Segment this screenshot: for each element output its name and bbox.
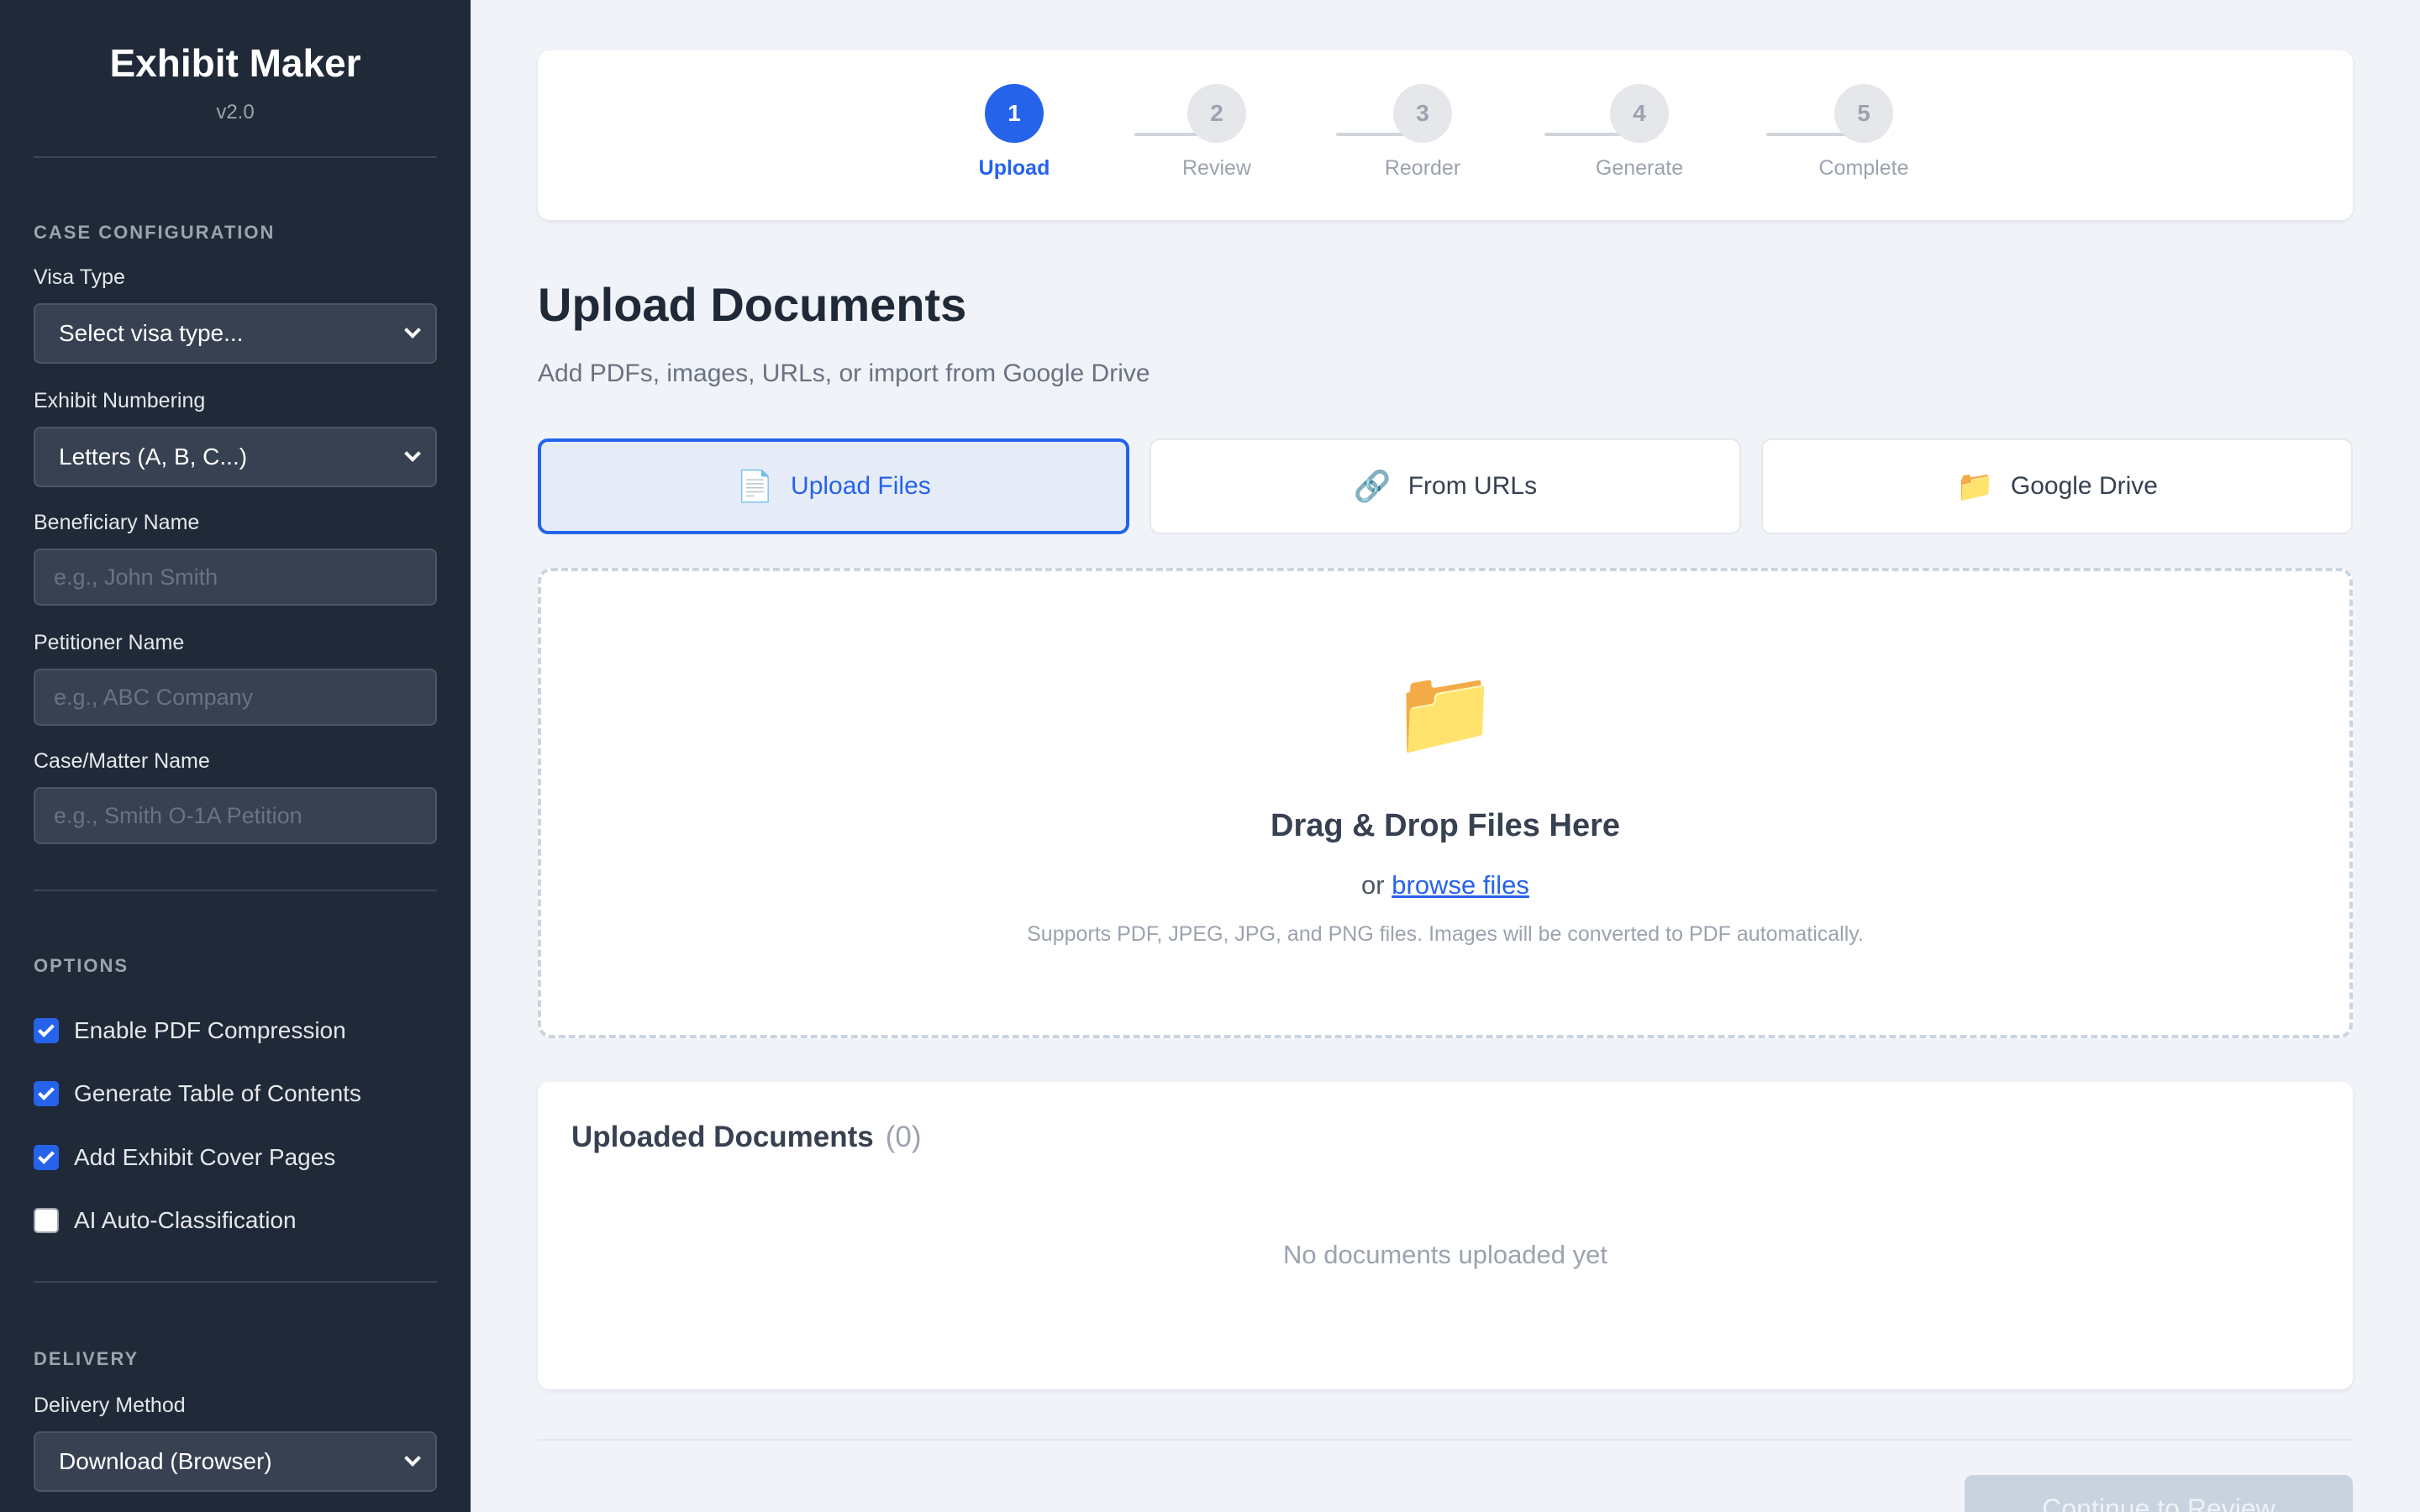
progress-stepper: 1 Upload 2 Review 3 Reorder 4 Generate 5… [538, 50, 2353, 220]
tab-label: Google Drive [2010, 472, 2158, 500]
empty-state-text: No documents uploaded yet [1282, 1240, 1608, 1269]
dropzone-browse-line: or browse files [541, 870, 2349, 900]
page-title: Upload Documents [538, 278, 967, 331]
petitioner-name-label: Petitioner Name [34, 631, 185, 654]
checkbox-checked[interactable] [34, 1081, 59, 1106]
option-ai-classification[interactable]: AI Auto-Classification [34, 1204, 437, 1237]
check-icon [38, 1147, 55, 1164]
checkbox-unchecked[interactable] [34, 1208, 59, 1233]
step-generate[interactable]: 4 Generate [1555, 84, 1723, 181]
step-review[interactable]: 2 Review [1133, 84, 1301, 181]
exhibit-numbering-label: Exhibit Numbering [34, 389, 206, 412]
app-version: v2.0 [216, 101, 255, 123]
footer-divider [538, 1439, 2353, 1441]
section-title-delivery: DELIVERY [34, 1348, 139, 1369]
section-title-options: OPTIONS [34, 955, 129, 976]
option-label: Enable PDF Compression [74, 1017, 346, 1043]
link-icon: 🔗 [1353, 469, 1392, 503]
step-number: 5 [1834, 84, 1893, 143]
step-number: 3 [1393, 84, 1452, 143]
folder-icon: 📁 [1392, 665, 1498, 759]
uploaded-documents-panel: Uploaded Documents (0) No documents uploa… [538, 1082, 2353, 1389]
check-icon [38, 1020, 55, 1037]
main-content: 1 Upload 2 Review 3 Reorder 4 Generate 5… [471, 0, 2420, 1512]
option-table-of-contents[interactable]: Generate Table of Contents [34, 1077, 437, 1110]
step-label: Reorder [1384, 156, 1461, 180]
page-subtitle: Add PDFs, images, URLs, or import from G… [538, 360, 1150, 387]
tab-from-urls[interactable]: 🔗 From URLs [1150, 438, 1741, 534]
checkbox-checked[interactable] [34, 1145, 59, 1170]
dropzone-hint: Supports PDF, JPEG, JPG, and PNG files. … [1027, 922, 1864, 946]
visa-type-value: Select visa type... [59, 320, 244, 346]
option-label: AI Auto-Classification [74, 1207, 297, 1233]
step-complete[interactable]: 5 Complete [1780, 84, 1948, 181]
beneficiary-name-input[interactable]: e.g., John Smith [34, 549, 437, 606]
exhibit-numbering-select[interactable]: Letters (A, B, C...) [34, 427, 437, 487]
uploaded-documents-count: (0) [885, 1121, 922, 1153]
visa-type-label: Visa Type [34, 265, 125, 289]
sidebar: Exhibit Maker v2.0 CASE CONFIGURATION Vi… [0, 0, 471, 1512]
chevron-down-icon [404, 322, 421, 339]
step-label: Generate [1595, 156, 1684, 180]
step-number: 2 [1187, 84, 1246, 143]
tab-google-drive[interactable]: 📁 Google Drive [1761, 438, 2353, 534]
case-matter-name-input[interactable]: e.g., Smith O-1A Petition [34, 787, 437, 844]
continue-to-review-button[interactable]: Continue to Review [1965, 1475, 2353, 1512]
step-label: Complete [1818, 156, 1909, 180]
step-label: Review [1182, 156, 1251, 180]
sidebar-divider [34, 890, 437, 891]
chevron-down-icon [404, 445, 421, 462]
check-icon [38, 1083, 55, 1100]
case-matter-name-label: Case/Matter Name [34, 749, 210, 773]
petitioner-name-input[interactable]: e.g., ABC Company [34, 669, 437, 726]
tab-label: Upload Files [791, 472, 931, 500]
file-dropzone[interactable]: 📁 Drag & Drop Files Here or browse files… [538, 568, 2353, 1038]
uploaded-documents-label: Uploaded Documents [571, 1121, 874, 1153]
step-reorder[interactable]: 3 Reorder [1339, 84, 1507, 181]
document-icon: 📄 [736, 469, 775, 503]
uploaded-documents-title: Uploaded Documents (0) [571, 1121, 922, 1154]
option-label: Add Exhibit Cover Pages [74, 1144, 336, 1170]
browse-files-link[interactable]: browse files [1392, 870, 1529, 900]
chevron-down-icon [404, 1450, 421, 1467]
delivery-method-value: Download (Browser) [59, 1448, 272, 1474]
dropzone-title: Drag & Drop Files Here [1270, 808, 1620, 843]
folder-icon: 📁 [1956, 469, 1994, 503]
tab-upload-files[interactable]: 📄 Upload Files [538, 438, 1129, 534]
beneficiary-name-label: Beneficiary Name [34, 511, 200, 534]
step-number: 1 [985, 84, 1044, 143]
step-number: 4 [1610, 84, 1669, 143]
delivery-method-label: Delivery Method [34, 1394, 186, 1417]
sidebar-divider [34, 156, 437, 158]
section-title-case-configuration: CASE CONFIGURATION [34, 222, 276, 243]
tab-label: From URLs [1407, 472, 1538, 500]
option-cover-pages[interactable]: Add Exhibit Cover Pages [34, 1141, 437, 1174]
checkbox-checked[interactable] [34, 1018, 59, 1043]
option-pdf-compression[interactable]: Enable PDF Compression [34, 1014, 437, 1047]
delivery-method-select[interactable]: Download (Browser) [34, 1431, 437, 1492]
step-label: Upload [978, 156, 1050, 180]
option-label: Generate Table of Contents [74, 1080, 361, 1106]
app-title: Exhibit Maker [109, 41, 361, 85]
dropzone-or-text: or [1361, 870, 1385, 900]
exhibit-numbering-value: Letters (A, B, C...) [59, 444, 248, 470]
step-upload[interactable]: 1 Upload [930, 84, 1098, 181]
visa-type-select[interactable]: Select visa type... [34, 303, 437, 364]
sidebar-divider [34, 1281, 437, 1283]
